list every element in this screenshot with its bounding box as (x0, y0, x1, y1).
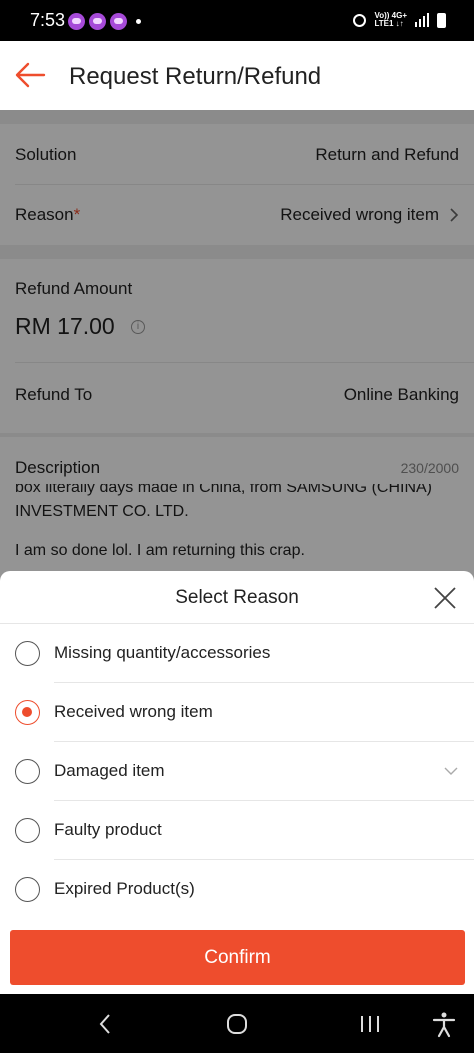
radio-button[interactable] (15, 818, 40, 843)
option-label: Missing quantity/accessories (54, 643, 271, 662)
reason-option-expired-product[interactable]: Expired Product(s) (0, 860, 474, 919)
status-bar: 7:53 Vo)) 4G+ LTE1 ↓↑ (0, 0, 474, 41)
option-label: Faulty product (54, 820, 162, 839)
option-label: Received wrong item (54, 702, 213, 721)
chevron-down-icon[interactable] (444, 764, 458, 778)
network-indicator: Vo)) 4G+ LTE1 ↓↑ (374, 12, 407, 28)
reason-option-missing-quantity[interactable]: Missing quantity/accessories (0, 624, 474, 683)
close-icon[interactable] (432, 585, 458, 611)
arrow-left-icon[interactable] (14, 61, 46, 89)
alarm-icon (353, 13, 367, 27)
recents-nav-icon[interactable] (356, 1010, 384, 1038)
battery-icon (437, 12, 446, 28)
status-time: 7:53 (30, 10, 66, 30)
reason-option-damaged-item[interactable]: Damaged item (0, 742, 474, 801)
app-header: Request Return/Refund (0, 41, 474, 110)
notification-app-icon (110, 13, 127, 30)
confirm-button[interactable]: Confirm (10, 930, 465, 985)
radio-button-selected[interactable] (15, 700, 40, 725)
signal-icon (415, 13, 429, 27)
more-notifications-icon (136, 19, 141, 24)
radio-button[interactable] (15, 641, 40, 666)
notification-app-icon (68, 13, 85, 30)
page-title: Request Return/Refund (69, 63, 322, 90)
reason-option-received-wrong-item[interactable]: Received wrong item (0, 683, 474, 742)
select-reason-sheet: Select Reason Missing quantity/accessori… (0, 571, 474, 994)
radio-button[interactable] (15, 759, 40, 784)
system-nav-bar (0, 994, 474, 1053)
back-nav-icon[interactable] (92, 1010, 120, 1038)
radio-button[interactable] (15, 877, 40, 902)
accessibility-icon[interactable] (430, 1010, 458, 1038)
reason-option-faulty-product[interactable]: Faulty product (0, 801, 474, 860)
option-label: Expired Product(s) (54, 879, 195, 898)
sheet-title: Select Reason (175, 587, 299, 608)
option-label: Damaged item (54, 761, 165, 780)
notification-app-icon (89, 13, 106, 30)
home-nav-icon[interactable] (223, 1010, 251, 1038)
network-bottom-text: LTE1 ↓↑ (374, 19, 404, 28)
